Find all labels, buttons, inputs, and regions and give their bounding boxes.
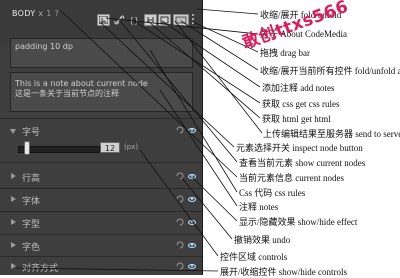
callout-show-hide-controls: 展开/收缩控件 show/hide controls bbox=[220, 267, 347, 277]
callout-fold-all: 收缩/展开当前所有控件 fold/unfold all bbox=[260, 66, 400, 76]
callout-css-rules: Css 代码 css rules bbox=[239, 188, 306, 198]
callout-send-to-server: 上传编辑结果至服务器 send to server bbox=[263, 129, 400, 139]
callout-show-hide-effect: 显示/隐藏效果 show/hide effect bbox=[239, 217, 358, 227]
callout-controls: 控件区域 controls bbox=[220, 252, 288, 262]
callout-undo: 撤销效果 undo bbox=[234, 235, 291, 245]
callout-get-css: 获取 css get css rules bbox=[262, 99, 340, 109]
callout-notes: 注释 notes bbox=[239, 202, 279, 212]
callout-drag-bar: 拖拽 drag bar bbox=[260, 48, 310, 58]
callout-get-html: 获取 html get html bbox=[262, 114, 331, 124]
callout-show-current: 查看当前元素 show current nodes bbox=[239, 158, 366, 168]
callout-inspect-node: 元素选择开关 inspect node button bbox=[236, 143, 363, 153]
callout-current-nodes: 当前元素信息 current nodes bbox=[239, 173, 344, 183]
callout-add-notes: 添加注释 add notes bbox=[262, 83, 335, 93]
